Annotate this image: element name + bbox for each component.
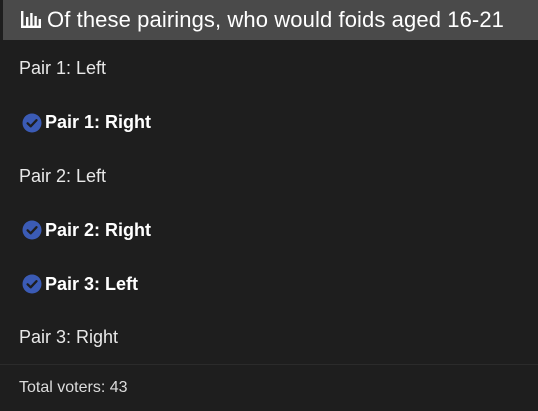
- check-circle-icon: [22, 274, 42, 294]
- poll-footer: Total voters: 43: [0, 364, 538, 411]
- check-circle-icon: [22, 113, 42, 133]
- option-label: Pair 1: Right: [45, 112, 152, 133]
- poll-option-pair-3-left[interactable]: Pair 3: Left: [0, 257, 538, 311]
- poll-header: Of these pairings, who would foids aged …: [3, 0, 538, 40]
- total-voters: Total voters: 43: [19, 379, 128, 396]
- poll-option-pair-2-right[interactable]: Pair 2: Right: [0, 203, 538, 257]
- poll-options: Pair 1: Left Pair 1: Right Pair 2: Left …: [0, 42, 538, 365]
- option-label: Pair 1: Left: [19, 58, 107, 79]
- check-circle-icon: [22, 220, 42, 240]
- poll-option-pair-1-left[interactable]: Pair 1: Left: [0, 42, 538, 96]
- option-label: Pair 3: Right: [19, 327, 119, 348]
- option-label: Pair 3: Left: [45, 273, 139, 294]
- option-label: Pair 2: Right: [45, 219, 152, 240]
- poll-option-pair-2-left[interactable]: Pair 2: Left: [0, 150, 538, 204]
- poll-option-pair-1-right[interactable]: Pair 1: Right: [0, 96, 538, 150]
- poll-chart-icon: [19, 8, 43, 32]
- option-label: Pair 2: Left: [19, 165, 107, 186]
- poll-title: Of these pairings, who would foids aged …: [47, 7, 505, 32]
- poll-option-pair-3-right[interactable]: Pair 3: Right: [0, 311, 538, 365]
